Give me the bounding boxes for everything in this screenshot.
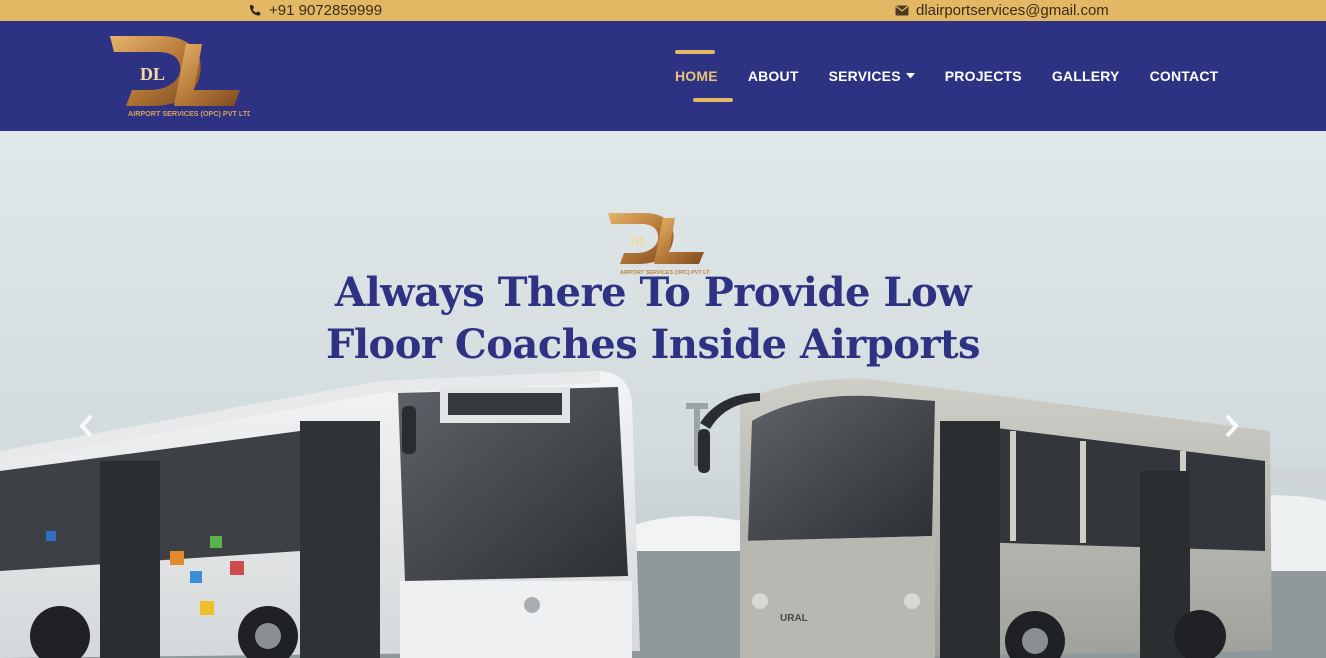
hero-title-line2: Floor Coaches Inside Airports [325, 321, 981, 368]
active-indicator-bottom [693, 98, 733, 102]
nav-projects[interactable]: PROJECTS [945, 56, 1022, 96]
logo-tagline: AIRPORT SERVICES (OPC) PVT LTD [128, 109, 250, 118]
main-navbar: DL AIRPORT SERVICES (OPC) PVT LTD HOME A… [0, 21, 1326, 131]
nav-home[interactable]: HOME [675, 50, 733, 102]
logo-monogram: DL [140, 64, 165, 84]
active-indicator-top [675, 50, 715, 54]
nav-services[interactable]: SERVICES [829, 56, 915, 96]
phone-contact[interactable]: +91 9072859999 [248, 0, 382, 21]
bus-brand-label: URAL [780, 613, 808, 624]
chevron-left-icon[interactable] [76, 413, 96, 439]
nav-about[interactable]: ABOUT [748, 56, 799, 96]
hero-title-line1: Always There To Provide Low [334, 269, 972, 316]
phone-icon [249, 4, 261, 15]
nav-gallery-label: GALLERY [1051, 68, 1120, 84]
email-address: dlairportservices@gmail.com [916, 2, 1109, 19]
nav-services-label: SERVICES [828, 68, 901, 84]
chevron-right-icon[interactable] [1222, 413, 1242, 439]
hero-title: Always There To Provide Low Floor Coache… [300, 267, 1006, 371]
primary-nav: HOME ABOUT SERVICES PROJECTS GALLERY CON… [660, 21, 1218, 131]
hero-logo-monogram: DL [630, 233, 648, 248]
phone-number: +91 9072859999 [269, 2, 383, 19]
company-logo[interactable]: DL AIRPORT SERVICES (OPC) PVT LTD [108, 34, 250, 120]
nav-home-label: HOME [675, 68, 718, 84]
nav-about-label: ABOUT [747, 68, 799, 84]
hero-carousel: URAL DL AIRPORT SERVICES (OPC) PVT LTD A… [0, 131, 1326, 658]
caret-down-icon [905, 73, 915, 79]
nav-projects-label: PROJECTS [944, 68, 1022, 84]
email-contact[interactable]: dlairportservices@gmail.com [895, 0, 1109, 21]
top-contact-bar: +91 9072859999 dlairportservices@gmail.c… [0, 0, 1326, 21]
nav-gallery[interactable]: GALLERY [1052, 56, 1120, 96]
nav-contact[interactable]: CONTACT [1150, 56, 1219, 96]
envelope-icon [895, 5, 909, 16]
nav-contact-label: CONTACT [1149, 68, 1219, 84]
